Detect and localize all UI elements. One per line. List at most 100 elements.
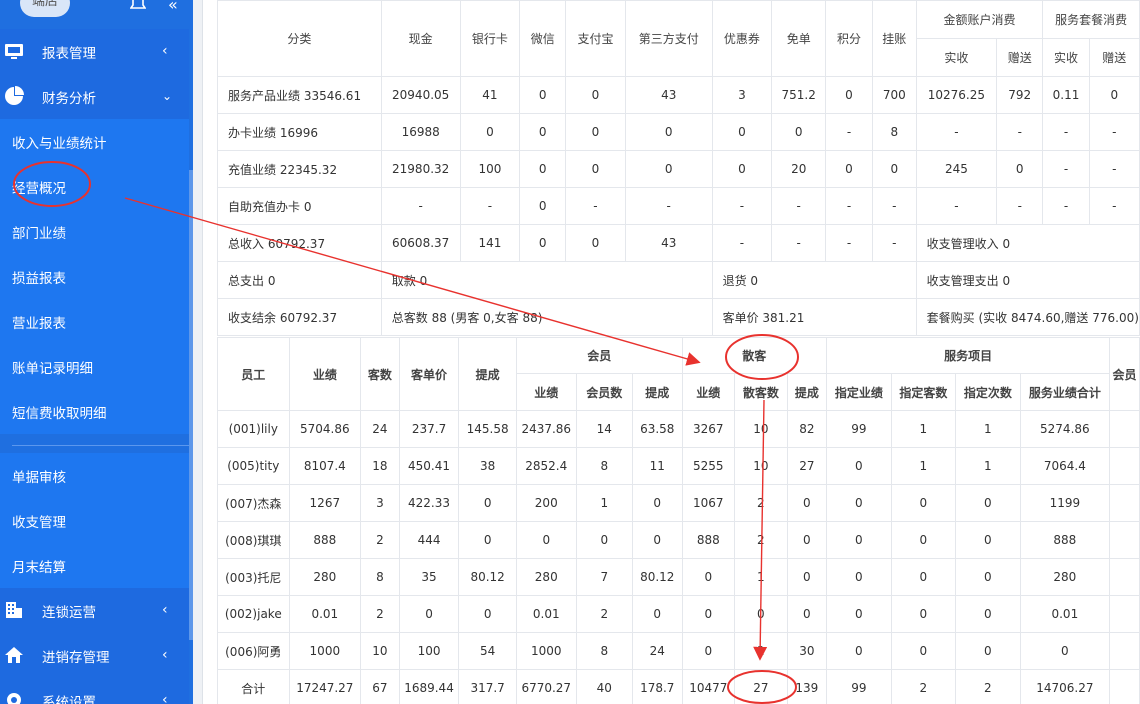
chevron-left-icon: ‹	[162, 43, 168, 59]
staff-cell: 0	[786, 558, 828, 596]
col-header: 员工	[217, 337, 290, 411]
col-header: 积分	[825, 0, 873, 77]
submenu-document-review[interactable]: 单据审核	[0, 453, 189, 498]
submenu-income-stats[interactable]: 收入与业绩统计	[0, 119, 189, 164]
group-header-walkin: 散客	[681, 337, 828, 374]
sidebar-header: 端店 «	[0, 0, 193, 20]
summary-cell: 20940.05	[380, 76, 461, 114]
staff-cell: 0	[786, 484, 828, 522]
staff-cell: 2	[890, 669, 957, 704]
staff-cell: (008)琪琪	[217, 521, 290, 559]
staff-cell: 1689.44	[398, 669, 460, 704]
staff-cell: 0	[681, 558, 736, 596]
summary-cell: -	[996, 113, 1044, 151]
summary-cell: 8	[871, 113, 917, 151]
menu-financial-analysis[interactable]: 财务分析 ⌄	[0, 74, 189, 119]
staff-cell: 0	[1019, 632, 1111, 670]
col-header: 分类	[217, 0, 382, 77]
staff-cell: 888	[1019, 521, 1111, 559]
staff-cell: 280	[288, 558, 362, 596]
submenu-business-overview[interactable]: 经营概况	[0, 164, 189, 209]
staff-cell: 0	[955, 484, 1021, 522]
summary-cell: 0.11	[1042, 76, 1090, 114]
group-header-service: 服务项目	[826, 337, 1111, 374]
summary-footer-cell: 客单价 381.21	[711, 298, 917, 336]
summary-cell: 0	[996, 150, 1044, 188]
staff-cell: 0	[631, 484, 683, 522]
staff-cell: (002)jake	[217, 595, 290, 633]
summary-cell: 0	[565, 224, 626, 262]
submenu-operating-report[interactable]: 营业报表	[0, 299, 189, 344]
submenu-bill-records[interactable]: 账单记录明细	[0, 344, 189, 389]
summary-cell: 792	[996, 76, 1044, 114]
staff-cell: 280	[515, 558, 577, 596]
monitor-icon	[5, 44, 23, 59]
staff-cell-member-clipped	[1109, 632, 1140, 670]
staff-cell: 237.7	[398, 410, 460, 448]
staff-cell: 0	[631, 521, 683, 559]
staff-cell: 6770.27	[515, 669, 577, 704]
staff-cell: 422.33	[398, 484, 460, 522]
submenu-label: 短信费收取明细	[12, 405, 107, 422]
staff-cell: 10	[734, 447, 788, 485]
staff-cell: 145.58	[458, 410, 517, 448]
menu-inventory[interactable]: 进销存管理 ‹	[0, 633, 189, 678]
submenu-department-performance[interactable]: 部门业绩	[0, 209, 189, 254]
staff-cell: 40	[575, 669, 633, 704]
menu-chain-operation[interactable]: 连锁运营 ‹	[0, 588, 189, 633]
summary-cell: 0	[519, 76, 567, 114]
staff-cell: 317.7	[458, 669, 517, 704]
staff-cell: 1	[734, 558, 788, 596]
staff-cell: 2	[734, 521, 788, 559]
sub-header: 赠送	[996, 38, 1044, 77]
submenu-income-expense[interactable]: 收支管理	[0, 498, 189, 543]
staff-cell: 0	[786, 521, 828, 559]
summary-cell: -	[915, 187, 998, 225]
submenu-label: 收入与业绩统计	[12, 135, 107, 152]
summary-cell: 0	[1088, 76, 1140, 114]
staff-cell: 38	[458, 447, 517, 485]
submenu-label: 账单记录明细	[12, 360, 93, 377]
staff-cell-member-clipped	[1109, 521, 1140, 559]
menu-report-management[interactable]: 报表管理 ‹	[0, 29, 189, 74]
staff-cell: 5255	[681, 447, 736, 485]
col-header: 客数	[360, 337, 400, 411]
sub-header: 赠送	[1088, 38, 1140, 77]
submenu-sms-fees[interactable]: 短信费收取明细	[0, 389, 189, 434]
submenu-month-end[interactable]: 月末结算	[0, 543, 189, 588]
staff-cell: 0	[890, 632, 957, 670]
sub-header: 实收	[1042, 38, 1090, 77]
staff-cell: 1000	[288, 632, 362, 670]
staff-cell: 0	[681, 595, 736, 633]
staff-cell: 0	[575, 521, 633, 559]
summary-cell: 总收入 60792.37	[217, 224, 382, 262]
staff-cell: 8	[360, 558, 400, 596]
staff-cell: 0	[890, 521, 957, 559]
summary-cell: 0	[825, 150, 873, 188]
staff-cell: 888	[288, 521, 362, 559]
staff-cell: 0	[826, 595, 892, 633]
staff-cell: 10	[360, 632, 400, 670]
staff-cell: 27	[786, 447, 828, 485]
summary-row: 总收入 60792.37 60608.37 141 0 0 43- - - - 收支管理收入 0	[217, 224, 1140, 262]
staff-cell: 35	[398, 558, 460, 596]
sub-header: 实收	[915, 38, 998, 77]
staff-cell-member-clipped	[1109, 410, 1140, 448]
submenu-profit-loss[interactable]: 损益报表	[0, 254, 189, 299]
sub-header: 业绩	[515, 373, 577, 411]
summary-cell: -	[380, 187, 461, 225]
submenu-divider	[12, 445, 190, 446]
summary-cell: 充值业绩 22345.32	[217, 150, 382, 188]
collapse-sidebar-icon[interactable]: «	[168, 0, 178, 13]
staff-cell: 2	[360, 595, 400, 633]
summary-cell: 10276.25	[915, 76, 998, 114]
summary-cell: 0	[565, 76, 626, 114]
staff-cell: 63.58	[631, 410, 683, 448]
summary-cell: 700	[871, 76, 917, 114]
staff-cell: 11	[631, 447, 683, 485]
menu-system-settings[interactable]: 系统设置 ‹	[0, 678, 189, 704]
staff-cell: 0	[955, 632, 1021, 670]
staff-cell: 2437.86	[515, 410, 577, 448]
summary-footer-cell: 收支管理支出 0	[915, 261, 1140, 299]
bell-icon[interactable]	[130, 0, 146, 10]
